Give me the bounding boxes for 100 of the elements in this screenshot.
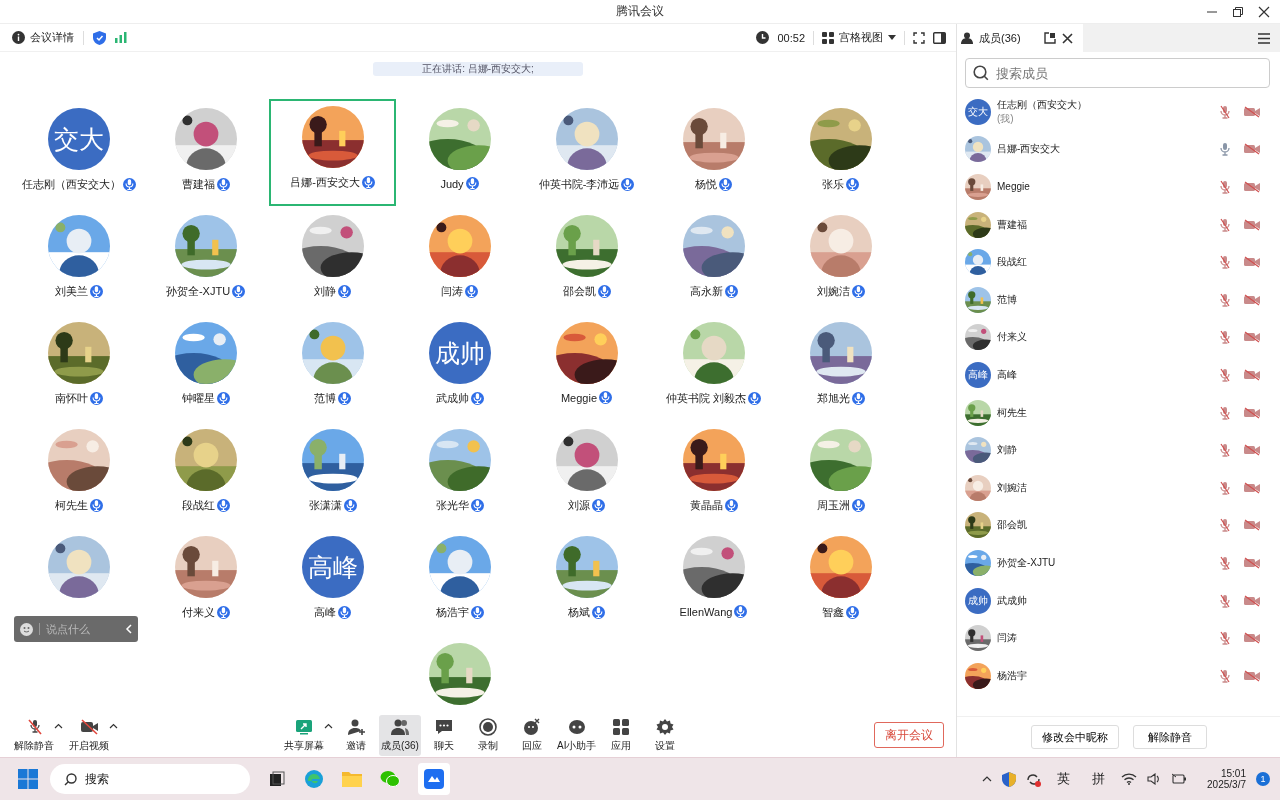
- collapse-icon[interactable]: [125, 624, 132, 634]
- muted-microphone-icon[interactable]: [1218, 104, 1232, 119]
- camera-off-icon[interactable]: [1244, 519, 1260, 532]
- wifi-icon[interactable]: [1121, 773, 1138, 785]
- camera-off-icon[interactable]: [1244, 368, 1260, 381]
- muted-microphone-icon[interactable]: [1218, 292, 1232, 307]
- caret-icon[interactable]: [324, 722, 333, 729]
- toolbar-button[interactable]: 应用: [600, 714, 643, 756]
- shield-icon[interactable]: [1002, 771, 1017, 787]
- participant-name: 高永新: [689, 284, 723, 299]
- close-icon[interactable]: [1258, 6, 1270, 18]
- participant-name: 杨浩宇: [435, 605, 469, 620]
- add-person-icon: [347, 717, 365, 736]
- muted-microphone-icon[interactable]: [1218, 255, 1232, 270]
- chat-bubbles-icon[interactable]: [380, 770, 400, 788]
- camera-off-icon[interactable]: [1244, 444, 1260, 457]
- chevron-up-icon[interactable]: [982, 776, 993, 782]
- muted-microphone-icon[interactable]: [1218, 631, 1232, 646]
- muted-microphone-icon[interactable]: [1218, 180, 1232, 194]
- muted-microphone-icon[interactable]: [1218, 217, 1232, 232]
- toolbar-button[interactable]: 邀请: [335, 714, 377, 756]
- meeting-details-button[interactable]: 会议详情: [12, 30, 74, 45]
- microphone-icon[interactable]: [1218, 142, 1232, 157]
- camera-off-icon[interactable]: [1244, 406, 1260, 419]
- muted-microphone-icon[interactable]: [1218, 330, 1232, 345]
- camera-off-icon[interactable]: [1244, 105, 1260, 118]
- view-dropdown[interactable]: 宫格视图: [822, 30, 896, 45]
- participant-name: 邵会凯: [562, 284, 596, 299]
- avatar: 成帅: [428, 322, 491, 384]
- toolbar-button[interactable]: 聊天: [423, 714, 465, 756]
- fullscreen-icon[interactable]: [913, 31, 925, 44]
- person-icon: [961, 32, 973, 44]
- caret-icon[interactable]: [54, 722, 63, 729]
- toolbar-button[interactable]: 录制: [467, 714, 509, 756]
- notification-badge[interactable]: 1: [1256, 772, 1270, 786]
- mic-icon: [592, 606, 605, 619]
- camera-off-icon[interactable]: [1244, 218, 1260, 231]
- muted-microphone-icon[interactable]: [1218, 593, 1232, 608]
- muted-microphone-icon[interactable]: [1218, 480, 1232, 495]
- meeting-app-button[interactable]: [418, 763, 450, 795]
- popout-icon[interactable]: [1044, 32, 1056, 44]
- sidebar-icon[interactable]: [933, 31, 946, 44]
- camera-off-icon[interactable]: [1244, 143, 1260, 156]
- sync-icon[interactable]: [1026, 771, 1042, 787]
- caret-icon[interactable]: [109, 722, 118, 729]
- member-name: 段战红: [997, 255, 1028, 270]
- avatar: 高峰: [965, 361, 991, 388]
- toolbar-button[interactable]: 解除静音: [12, 714, 56, 756]
- search-field[interactable]: 搜索成员: [965, 58, 1270, 88]
- menu-icon[interactable]: [1258, 32, 1270, 44]
- speaker-icon[interactable]: [1147, 773, 1162, 785]
- toolbar-button[interactable]: 共享屏幕: [282, 714, 326, 756]
- browser-icon[interactable]: [304, 769, 324, 789]
- camera-off-icon[interactable]: [1244, 556, 1260, 569]
- mic-icon: [846, 606, 859, 619]
- shield-icon[interactable]: [93, 30, 106, 45]
- toolbar-button[interactable]: 回应: [511, 714, 553, 756]
- camera-off-icon[interactable]: [1244, 331, 1260, 344]
- battery-icon[interactable]: [1171, 773, 1188, 785]
- participant-name: 周玉洲: [816, 498, 850, 513]
- participant-name: 高峰: [314, 605, 336, 620]
- maximize-icon[interactable]: [1232, 6, 1244, 18]
- muted-microphone-icon[interactable]: [1218, 443, 1232, 458]
- participant-name: 任志刚（西安交大）: [21, 177, 121, 192]
- window-title: 腾讯会议: [616, 3, 664, 20]
- robot-icon: [567, 717, 586, 736]
- toolbar-button[interactable]: 成员(36): [379, 714, 421, 756]
- members-tab[interactable]: 成员(36): [957, 24, 1083, 52]
- mic-icon: [470, 499, 484, 512]
- panel-button[interactable]: 解除静音: [1132, 725, 1207, 749]
- mic-icon: [851, 285, 865, 298]
- task-view-icon[interactable]: [268, 770, 286, 788]
- mic-icon: [465, 177, 479, 190]
- toolbar-button[interactable]: AI小助手: [555, 714, 599, 756]
- toolbar-button[interactable]: 设置: [644, 714, 687, 756]
- camera-off-icon[interactable]: [1244, 632, 1260, 645]
- mic-icon: [599, 391, 613, 404]
- member-name: 范博: [997, 292, 1018, 307]
- taskbar-search[interactable]: 搜索: [50, 764, 250, 794]
- signal-icon[interactable]: [115, 32, 127, 43]
- camera-off-icon[interactable]: [1244, 256, 1260, 269]
- member-name: Meggie: [997, 181, 1031, 193]
- muted-microphone-icon[interactable]: [1218, 555, 1232, 570]
- muted-microphone-icon[interactable]: [1218, 405, 1232, 420]
- muted-microphone-icon[interactable]: [1218, 518, 1232, 533]
- camera-off-icon[interactable]: [1244, 293, 1260, 306]
- participant-name: 郑旭光: [816, 391, 850, 406]
- leave-meeting-button[interactable]: 离开会议: [874, 722, 944, 748]
- camera-off-icon[interactable]: [1244, 181, 1260, 193]
- input-method-indicator[interactable]: 拼: [1092, 770, 1106, 788]
- toolbar-button[interactable]: 开启视频: [67, 714, 111, 756]
- close-icon[interactable]: [1062, 32, 1073, 44]
- panel-button[interactable]: 修改会中昵称: [1030, 725, 1119, 749]
- avatar: 成帅: [965, 587, 991, 614]
- muted-microphone-icon[interactable]: [1218, 367, 1232, 382]
- camera-off-icon[interactable]: [1244, 481, 1260, 494]
- camera-off-icon[interactable]: [1244, 594, 1260, 607]
- muted-microphone-icon[interactable]: [1218, 668, 1232, 683]
- input-method-indicator[interactable]: 英: [1057, 770, 1071, 788]
- camera-off-icon[interactable]: [1244, 669, 1260, 682]
